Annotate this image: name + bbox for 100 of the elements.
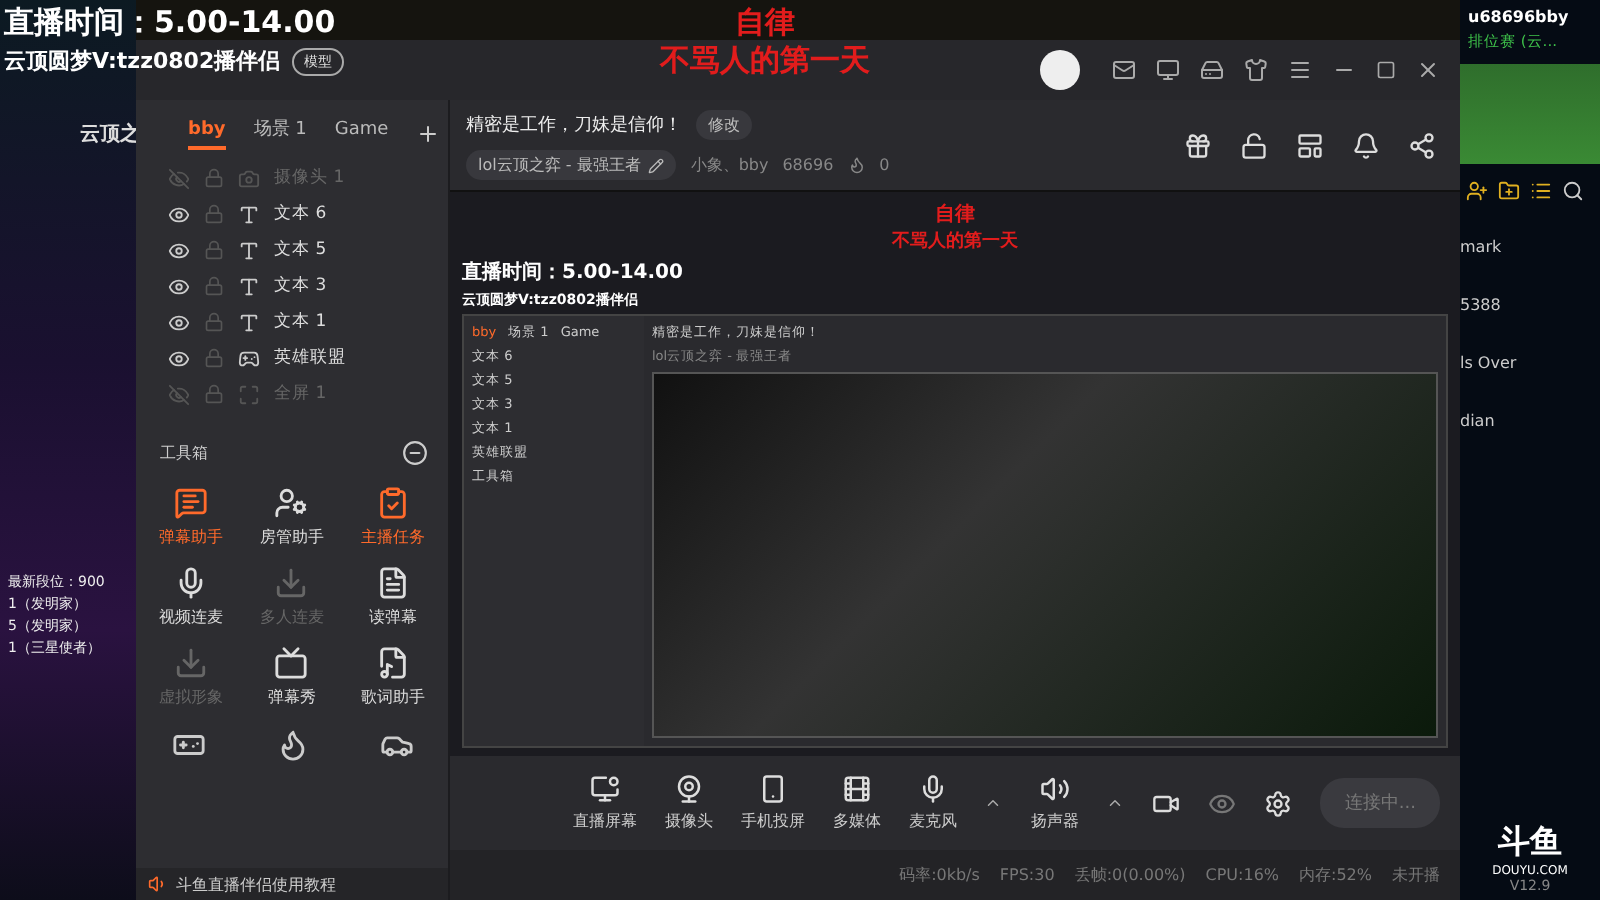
list-icon xyxy=(1530,180,1552,202)
control-button[interactable]: 直播屏幕 xyxy=(572,774,637,832)
logo-text: 斗鱼 xyxy=(1498,822,1562,864)
text-icon xyxy=(238,311,260,333)
heat-count: 0 xyxy=(879,156,890,174)
status-text: 码率:0kb/s xyxy=(899,864,980,886)
folder-icon xyxy=(1498,180,1520,202)
scene-tab[interactable]: 场景 1 xyxy=(253,116,307,152)
status-text: CPU:16% xyxy=(1205,866,1280,884)
scene-tab[interactable]: bby xyxy=(188,119,226,149)
schedule-text: 直播时间：5.00-14.00 xyxy=(4,4,338,42)
source-name[interactable]: 英雄联盟 xyxy=(274,346,346,370)
motto-text: 不骂人的第一天 xyxy=(892,229,1018,254)
eye-icon[interactable] xyxy=(168,311,190,333)
tool-button[interactable]: 歌词助手 xyxy=(342,646,444,708)
shirt-icon xyxy=(1244,58,1268,82)
scene-tab[interactable]: Game xyxy=(334,119,389,149)
user-plus-icon xyxy=(1466,180,1488,202)
list-text: mark xyxy=(1460,238,1504,256)
tool-button[interactable]: 房管助手 xyxy=(241,486,343,548)
eye-icon[interactable] xyxy=(168,203,190,225)
control-button[interactable]: 多媒体 xyxy=(832,774,881,832)
text-icon xyxy=(238,239,260,261)
avatar[interactable] xyxy=(1040,50,1080,90)
user-name: 小象、bby xyxy=(690,154,769,176)
status-text: FPS:30 xyxy=(999,866,1055,884)
source-name[interactable]: 文本 3 xyxy=(274,274,327,298)
share-icon xyxy=(1408,131,1436,159)
download-icon xyxy=(173,646,208,680)
source-name[interactable]: 文本 1 xyxy=(274,310,327,334)
webcam-icon xyxy=(673,774,704,804)
clipboard-icon xyxy=(376,486,411,520)
lock-icon xyxy=(204,312,224,332)
settings-icon xyxy=(1264,789,1293,817)
menu-icon xyxy=(1288,58,1312,82)
list-text: 5388 xyxy=(1460,296,1503,314)
plus-icon xyxy=(416,122,441,146)
status-text: 未开播 xyxy=(1392,864,1440,886)
download-icon xyxy=(274,566,309,600)
category-tag[interactable]: lol云顶之弈 - 最强王者 xyxy=(466,150,677,180)
contact-text: 云顶圆梦V:tzz0802播伴侣 xyxy=(4,46,281,76)
collapse-icon xyxy=(402,440,428,466)
edit-button[interactable]: 修改 xyxy=(696,110,752,140)
unlock-icon xyxy=(1240,131,1268,159)
eye-icon[interactable] xyxy=(168,239,190,261)
eye-icon xyxy=(1208,789,1237,817)
status-text: 内存:52% xyxy=(1299,864,1372,886)
tool-button[interactable]: 主播任务 xyxy=(342,486,444,548)
eye-icon[interactable] xyxy=(168,347,190,369)
fullscreen-icon xyxy=(238,383,260,405)
tool-button[interactable]: 视频连麦 xyxy=(140,566,242,628)
caret-icon xyxy=(1106,794,1125,812)
tool-button[interactable]: 弹幕助手 xyxy=(140,486,242,548)
list-text: dian xyxy=(1460,412,1497,430)
source-name[interactable]: 文本 6 xyxy=(274,202,327,226)
schedule-text: 直播时间：5.00-14.00 xyxy=(462,259,685,286)
flame-icon xyxy=(847,156,866,174)
motto-title: 自律 xyxy=(735,4,795,42)
room-number: 68696 xyxy=(782,156,834,174)
tv-icon xyxy=(274,646,309,680)
tool-button[interactable]: 弹幕秀 xyxy=(241,646,343,708)
motto-text: 不骂人的第一天 xyxy=(660,42,870,80)
monitor-icon xyxy=(1156,58,1180,82)
phone-icon xyxy=(757,774,788,804)
close-icon xyxy=(1416,58,1440,82)
film-icon xyxy=(841,774,872,804)
control-button[interactable]: 手机投屏 xyxy=(740,774,805,832)
eye-icon[interactable] xyxy=(168,275,190,297)
source-name[interactable]: 文本 5 xyxy=(274,238,327,262)
layout-icon xyxy=(1296,131,1324,159)
control-button[interactable]: 麦克风 xyxy=(908,774,957,832)
maximize-icon xyxy=(1376,60,1396,80)
lock-icon xyxy=(204,384,224,404)
status-text: 丢帧:0(0.00%) xyxy=(1074,864,1186,886)
lock-icon xyxy=(204,276,224,296)
banner xyxy=(1460,64,1600,164)
control-button[interactable]: 摄像头 xyxy=(664,774,713,832)
camera-icon xyxy=(238,167,260,189)
tool-button[interactable]: 读弹幕 xyxy=(342,566,444,628)
user-icon xyxy=(274,486,309,520)
bell-icon xyxy=(1352,131,1380,159)
control-button[interactable]: 扬声器 xyxy=(1030,774,1079,832)
lock-icon xyxy=(204,348,224,368)
monitor-icon xyxy=(589,774,620,804)
toolbox-title: 工具箱 xyxy=(160,442,208,464)
search-icon xyxy=(1562,180,1584,202)
lock-icon xyxy=(204,240,224,260)
motto-title: 自律 xyxy=(935,201,975,228)
list-text: ls Over xyxy=(1460,354,1519,372)
mail-icon xyxy=(1112,58,1136,82)
pencil-icon xyxy=(648,157,665,173)
speaker-icon xyxy=(1039,774,1070,804)
text-icon xyxy=(238,203,260,225)
lock-icon xyxy=(204,204,224,224)
gamepad-icon xyxy=(238,347,260,369)
user-name: u68696bby xyxy=(1466,8,1571,26)
stream-title: 精密是工作，刀妹是信仰！ xyxy=(466,113,682,138)
caret-icon xyxy=(984,794,1003,812)
document-icon xyxy=(376,566,411,600)
music-file-icon xyxy=(376,646,411,680)
